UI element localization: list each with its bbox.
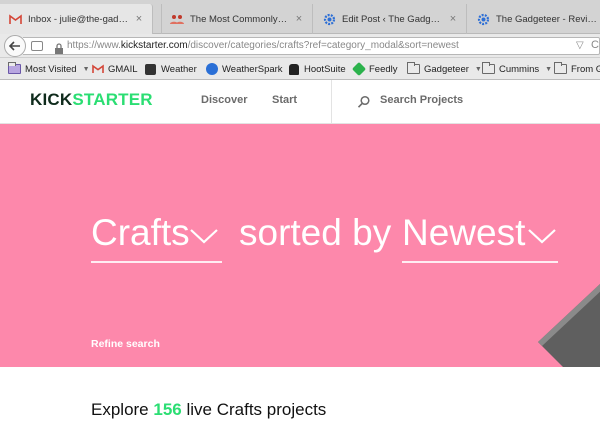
category-underline xyxy=(91,261,222,263)
bookmark-most-visited[interactable]: Most Visited ▼ xyxy=(8,61,90,77)
tab-gadgeteer[interactable]: The Gadgeteer - Reviewin... xyxy=(468,4,600,34)
address-bar[interactable]: https://www.kickstarter.com/discover/cat… xyxy=(23,37,600,55)
tab-commonly-used[interactable]: The Most Commonly-Use... × xyxy=(161,4,313,34)
tab-edit-post[interactable]: Edit Post ‹ The Gadgeteer ... × xyxy=(314,4,467,34)
bookmark-from-g[interactable]: From G xyxy=(554,61,600,77)
tab-title: Edit Post ‹ The Gadgeteer ... xyxy=(342,13,442,25)
gear-blue-icon xyxy=(322,12,336,26)
chevron-down-icon[interactable] xyxy=(189,227,219,245)
reload-icon[interactable]: C xyxy=(591,39,599,51)
chevron-down-icon: ▼ xyxy=(545,65,553,73)
bookmark-label: Feedly xyxy=(369,63,398,75)
bookmark-label: Most Visited xyxy=(25,63,77,75)
folder-icon xyxy=(482,62,495,75)
lock-icon[interactable] xyxy=(54,41,64,54)
tab-title: The Gadgeteer - Reviewin... xyxy=(496,13,600,25)
bookmark-label: From G xyxy=(571,63,600,75)
close-icon[interactable]: × xyxy=(134,13,144,25)
bookmark-label: GMAIL xyxy=(108,63,138,75)
back-arrow-icon xyxy=(9,41,20,51)
gmail-icon xyxy=(8,12,22,26)
bookmark-label: WeatherSpark xyxy=(222,63,283,75)
people-icon xyxy=(170,12,184,26)
page-list-icon[interactable] xyxy=(31,41,43,51)
folder-icon xyxy=(407,62,420,75)
tab-gmail-inbox[interactable]: Inbox - julie@the-gadgete... × xyxy=(0,4,153,34)
url-path: /discover/categories/crafts?ref=category… xyxy=(187,40,459,51)
folder-icon xyxy=(554,62,567,75)
hero-banner: Crafts sorted by Newest Refine search xyxy=(0,124,600,367)
navigation-bar: https://www.kickstarter.com/discover/cat… xyxy=(0,34,600,58)
logo-starter: STARTER xyxy=(72,90,153,109)
logo-kick: KICK xyxy=(30,90,73,109)
gmail-icon xyxy=(91,63,104,75)
url-history-dropdown-icon[interactable]: ▽ xyxy=(576,40,584,51)
explore-prefix: Explore xyxy=(91,400,149,419)
bookmark-label: Cummins xyxy=(499,63,540,75)
bookmark-label: HootSuite xyxy=(304,63,346,75)
site-header: KICKSTARTER Discover Start Search Projec… xyxy=(0,80,600,124)
bookmark-label: Gadgeteer xyxy=(424,63,469,75)
bookmark-gadgeteer[interactable]: Gadgeteer ▼ xyxy=(407,61,482,77)
weatherspark-icon xyxy=(205,63,218,75)
folder-purple-icon xyxy=(8,62,21,75)
explore-suffix: live Crafts projects xyxy=(186,400,327,419)
close-icon[interactable]: × xyxy=(294,13,304,25)
bookmark-hootsuite[interactable]: HootSuite xyxy=(287,61,346,77)
chevron-down-icon: ▼ xyxy=(474,65,482,73)
close-icon[interactable]: × xyxy=(448,13,458,25)
nav-discover[interactable]: Discover xyxy=(201,94,247,106)
tab-strip: Inbox - julie@the-gadgete... × The Most … xyxy=(0,0,600,34)
chevron-down-icon[interactable] xyxy=(527,227,557,245)
chevron-down-icon: ▼ xyxy=(82,65,90,73)
nav-start[interactable]: Start xyxy=(272,94,297,106)
project-count: 156 xyxy=(153,400,182,419)
hero-decorative-shape xyxy=(538,284,600,367)
bookmark-gmail[interactable]: GMAIL xyxy=(91,61,138,77)
header-divider xyxy=(331,80,332,124)
gear-blue-icon xyxy=(476,12,490,26)
weather-icon xyxy=(144,63,157,75)
search-projects-input[interactable]: Search Projects xyxy=(380,94,463,106)
explore-heading: Explore 156 live Crafts projects xyxy=(91,400,326,420)
tab-title: The Most Commonly-Use... xyxy=(190,13,288,25)
bookmark-label: Weather xyxy=(161,63,197,75)
feedly-icon xyxy=(351,61,366,77)
url-text: https://www.kickstarter.com/discover/cat… xyxy=(67,40,459,51)
back-button[interactable] xyxy=(4,35,26,57)
bookmark-weather[interactable]: Weather xyxy=(144,61,197,77)
sorted-by-label: sorted by xyxy=(239,212,392,253)
refine-search-link[interactable]: Refine search xyxy=(91,338,160,350)
hootsuite-icon xyxy=(287,63,300,75)
bookmark-weatherspark[interactable]: WeatherSpark xyxy=(205,61,283,77)
url-prefix: https://www. xyxy=(67,40,121,51)
url-domain: kickstarter.com xyxy=(120,40,188,51)
bookmarks-bar: Most Visited ▼ GMAIL Weather WeatherSpar… xyxy=(0,58,600,80)
bookmark-feedly[interactable]: Feedly xyxy=(351,61,398,77)
tab-title: Inbox - julie@the-gadgete... xyxy=(28,13,128,25)
kickstarter-logo[interactable]: KICKSTARTER xyxy=(30,90,153,110)
search-icon[interactable] xyxy=(357,95,371,109)
bookmark-cummins[interactable]: Cummins ▼ xyxy=(482,61,552,77)
sort-underline xyxy=(402,261,558,263)
